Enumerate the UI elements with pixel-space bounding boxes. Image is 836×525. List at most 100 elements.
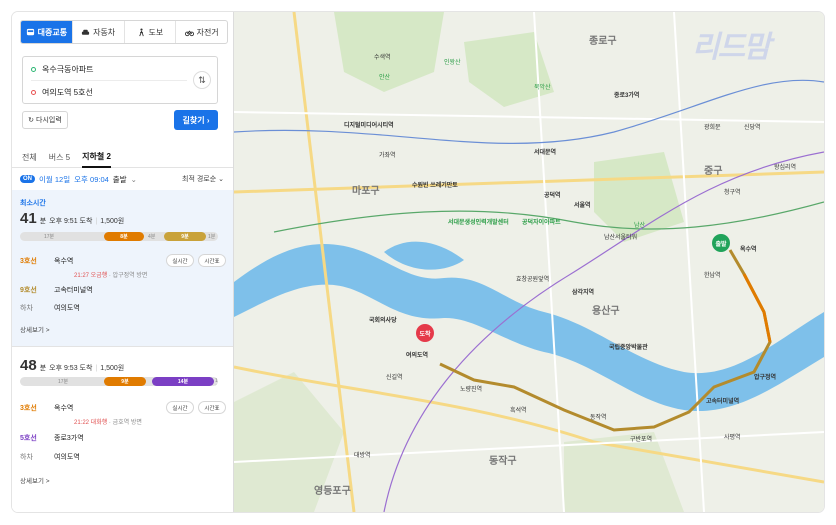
timetable-button[interactable]: 시간표 <box>198 401 226 414</box>
train-direction: · 금호역 방면 <box>108 420 142 426</box>
station-label[interactable]: 서울역 <box>574 200 591 209</box>
departure-suffix: 출발 <box>112 174 127 184</box>
station-label[interactable]: 고속터미널역 <box>706 396 739 405</box>
option1-step-3: 하차 여의도역 <box>20 303 226 313</box>
mode-car-label: 자동차 <box>93 27 116 37</box>
origin-value: 옥수극동아파트 <box>42 64 94 74</box>
place-label: 인왕산 <box>444 60 461 66</box>
station-label[interactable]: 동작역 <box>590 412 607 421</box>
option1-unit: 분 <box>39 218 47 225</box>
station-label[interactable]: 왕십리역 <box>774 162 796 171</box>
tab-all[interactable]: 전체 <box>22 146 37 168</box>
reset-label: 다시입력 <box>36 117 62 124</box>
station-label[interactable]: 흑석역 <box>510 405 527 414</box>
mode-transit[interactable]: 대중교통 <box>21 21 73 43</box>
option1-step-1: 3호선 옥수역 <box>20 256 226 266</box>
sort-select[interactable]: 최적 경로순 ⌄ <box>182 174 224 184</box>
chevron-down-icon[interactable]: ⌄ <box>131 175 137 184</box>
transport-mode-tabs: 대중교통 자동차 도보 자전거 <box>20 20 228 44</box>
detail-link[interactable]: 상세보기 > <box>20 475 50 485</box>
mode-bike[interactable]: 자전거 <box>176 21 227 43</box>
station-label[interactable]: 노량진역 <box>460 384 482 393</box>
departure-date[interactable]: 이월 12일 <box>39 174 70 185</box>
station-label[interactable]: 디지털미디어시티역 <box>344 120 394 129</box>
station-label[interactable]: 대방역 <box>354 450 371 459</box>
district-mapo: 마포구 <box>352 186 380 197</box>
mode-car[interactable]: 자동차 <box>73 21 125 43</box>
destination-field[interactable]: 여의도역 5호선 <box>31 81 93 103</box>
app-window: 대중교통 자동차 도보 자전거 옥수극동아파트 여의도역 5호선 ⇅ ↻ 다시입… <box>12 12 824 512</box>
station-label[interactable]: 서대문역 <box>534 147 556 156</box>
origin-field[interactable]: 옥수극동아파트 <box>31 58 94 80</box>
option2-step-2: 5호선 종로3가역 <box>20 433 226 443</box>
car-icon <box>81 29 90 35</box>
line3-label: 3호선 <box>20 258 37 265</box>
station-label[interactable]: 한남역 <box>704 270 721 279</box>
station-label[interactable]: 청구역 <box>724 187 741 196</box>
option1-step-1-sub: 21:27 오금행 · 압구정역 방면 <box>74 270 147 279</box>
station-label[interactable]: 삼각지역 <box>572 287 594 296</box>
seg-line3: 8분 <box>104 232 144 241</box>
alight-label: 하차 <box>20 305 33 312</box>
option1-summary: 41 분 오후 9:51 도착 | 1,500원 <box>20 210 125 227</box>
departure-toggle[interactable]: ON <box>20 175 35 183</box>
station-label[interactable]: 신길역 <box>386 372 403 381</box>
station-label[interactable]: 국회의사당 <box>369 315 397 324</box>
route-option-2[interactable]: 48 분 오후 9:53 도착 | 1,500원 17분 9분 14분 1분 3… <box>12 346 233 512</box>
place-label[interactable]: 수원빈 쓰레기만토 <box>412 180 458 189</box>
station-label[interactable]: 국립중앙박물관 <box>609 342 648 351</box>
destination-dot-icon <box>31 89 36 95</box>
station-label[interactable]: 남산서울타워 <box>604 232 637 241</box>
train-direction: · 압구정역 방면 <box>108 273 148 279</box>
station-label[interactable]: 종로3가역 <box>614 90 639 99</box>
line3-label: 3호선 <box>20 405 37 412</box>
alight-label: 하차 <box>20 454 33 461</box>
station-label[interactable]: 구반포역 <box>630 434 652 443</box>
option1-step-2: 9호선 고속터미널역 <box>20 285 226 295</box>
line5-label: 5호선 <box>20 435 37 442</box>
seg-end-label: 1분 <box>215 378 218 386</box>
district-yongsan: 용산구 <box>592 306 620 317</box>
option2-arrive: 오후 9:53 도착 <box>49 365 93 372</box>
train-time: 21:22 대화행 <box>74 420 108 426</box>
station-label[interactable]: 여의도역 <box>406 350 428 359</box>
seg-end-label: 1분 <box>208 234 216 240</box>
timetable-button[interactable]: 시간표 <box>198 254 226 267</box>
chevron-right-icon: › <box>206 115 210 125</box>
train-time: 21:27 오금행 <box>74 273 108 279</box>
search-route-button[interactable]: 길찾기 › <box>174 110 218 130</box>
realtime-button[interactable]: 실시간 <box>166 254 194 267</box>
option2-unit: 분 <box>39 365 47 372</box>
tab-bus[interactable]: 버스 5 <box>49 146 70 168</box>
station-name: 옥수역 <box>54 405 74 412</box>
district-jongno: 종로구 <box>589 36 617 47</box>
option2-step-3: 하차 여의도역 <box>20 452 226 462</box>
station-label[interactable]: 공덕역 <box>544 190 561 199</box>
station-label[interactable]: 압구정역 <box>754 372 776 381</box>
station-label[interactable]: 광희문 <box>704 122 721 131</box>
place-label[interactable]: 서대문생성인력개발센터 <box>448 217 509 226</box>
route-option-1[interactable]: 최소시간 41 분 오후 9:51 도착 | 1,500원 17분 8분 4분 … <box>12 190 233 346</box>
station-label[interactable]: 가좌역 <box>379 150 396 159</box>
station-label[interactable]: 옥수역 <box>740 244 757 253</box>
station-label[interactable]: 신당역 <box>744 122 761 131</box>
map-view[interactable]: 리드맘 마포구 용산구 중구 종로구 동작구 영등포구 수색역 디지털미디어시티… <box>234 12 824 512</box>
swap-icon[interactable]: ⇅ <box>193 71 211 89</box>
seg-transfer-label: 4분 <box>148 234 156 240</box>
tab-subway[interactable]: 지하철 2 <box>82 146 111 168</box>
reset-button[interactable]: ↻ 다시입력 <box>22 111 68 129</box>
option2-duration: 48 <box>20 357 37 374</box>
departure-time[interactable]: 오후 09:04 <box>74 174 109 185</box>
seg-line3-label: 9분 <box>121 379 129 385</box>
detail-link[interactable]: 상세보기 > <box>20 324 50 334</box>
station-label[interactable]: 사평역 <box>724 432 741 441</box>
station-label[interactable]: 효창공원앞역 <box>516 274 549 283</box>
start-pin-icon[interactable]: 출발 <box>712 234 730 252</box>
destination-value: 여의도역 5호선 <box>42 87 93 97</box>
mode-transit-label: 대중교통 <box>37 27 68 37</box>
mode-walk[interactable]: 도보 <box>125 21 177 43</box>
place-label[interactable]: 공덕자이아파트 <box>522 217 561 226</box>
realtime-button[interactable]: 실시간 <box>166 401 194 414</box>
station-label[interactable]: 수색역 <box>374 52 391 61</box>
end-pin-icon[interactable]: 도착 <box>416 324 434 342</box>
